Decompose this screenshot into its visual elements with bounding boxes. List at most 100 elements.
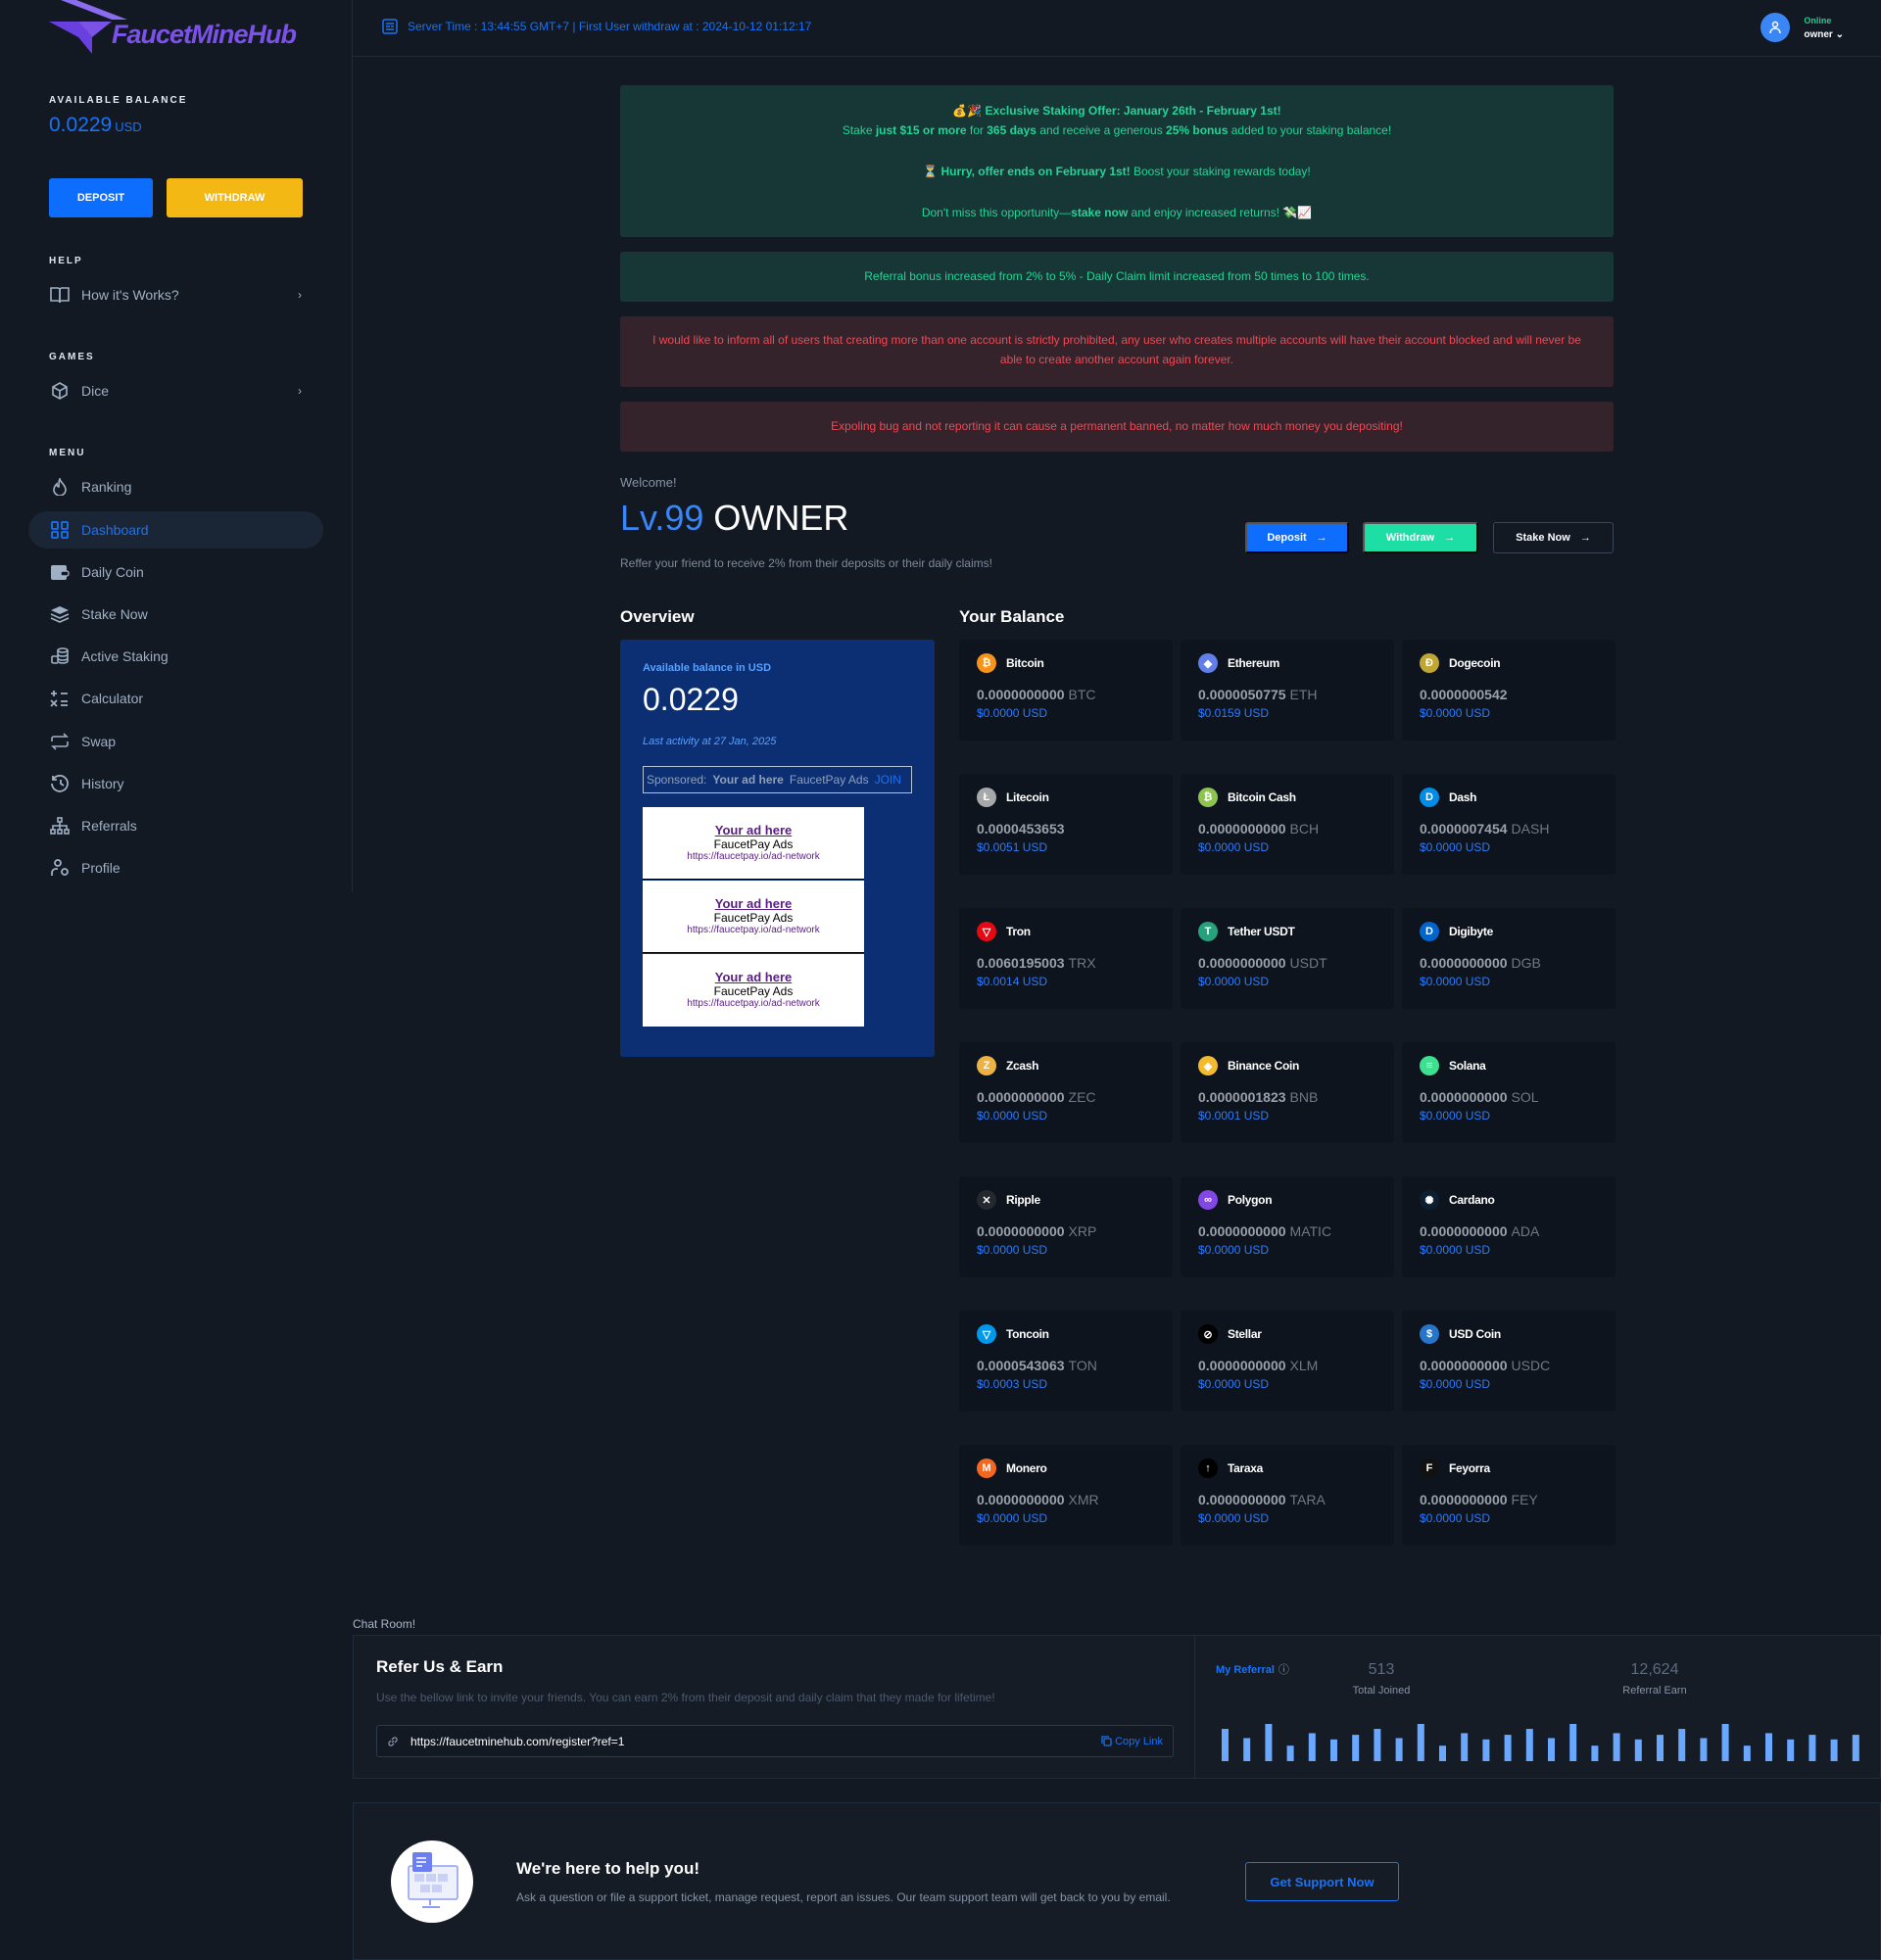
coin-card-binance-coin[interactable]: ◈ Binance Coin 0.0000001823 BNB $0.0001 USD (1181, 1042, 1394, 1143)
get-support-button[interactable]: Get Support Now (1245, 1862, 1399, 1901)
dogecoin-icon: Ð (1420, 653, 1439, 673)
coin-name: Feyorra (1449, 1461, 1490, 1475)
coin-name: Tether USDT (1228, 925, 1295, 938)
sidebar-item-dashboard[interactable]: Dashboard (28, 511, 323, 549)
coin-usd-value: $0.0001 USD (1198, 1109, 1270, 1123)
coin-symbol: USDC (1511, 1358, 1551, 1373)
coin-card-tether-usdt[interactable]: T Tether USDT 0.0000000000 USDT $0.0000 USD (1181, 908, 1394, 1009)
copy-link-button[interactable]: Copy Link (1101, 1736, 1163, 1747)
coin-card-feyorra[interactable]: F Feyorra 0.0000000000 FEY $0.0000 USD (1402, 1445, 1616, 1546)
ad-title[interactable]: Your ad here (643, 896, 864, 911)
sidebar-item-referrals[interactable]: Referrals (28, 807, 323, 844)
coin-amount: 0.0000453653 (977, 821, 1069, 837)
sidebar-item-active-staking[interactable]: Active Staking (28, 638, 323, 675)
coin-card-tron[interactable]: ▽ Tron 0.0060195003 TRX $0.0014 USD (959, 908, 1173, 1009)
monero-icon: M (977, 1458, 996, 1478)
coin-card-taraxa[interactable]: ↑ Taraxa 0.0000000000 TARA $0.0000 USD (1181, 1445, 1394, 1546)
sidebar-item-ranking[interactable]: Ranking (28, 468, 323, 505)
coin-amount: 0.0000000000 FEY (1420, 1492, 1538, 1507)
feyorra-icon: F (1420, 1458, 1439, 1478)
coin-card-toncoin[interactable]: ▽ Toncoin 0.0000543063 TON $0.0003 USD (959, 1311, 1173, 1411)
ad-banner[interactable]: Your ad here FaucetPay Ads https://fauce… (643, 954, 864, 1027)
coin-card-ethereum[interactable]: ◆ Ethereum 0.0000050775 ETH $0.0159 USD (1181, 640, 1394, 741)
sidebar-item-how-it-works[interactable]: How it's Works? › (28, 276, 323, 313)
total-joined-label: Total Joined (1352, 1685, 1411, 1697)
coin-usd-value: $0.0000 USD (977, 1243, 1048, 1257)
coin-card-bitcoin-cash[interactable]: ₿ Bitcoin Cash 0.0000000000 BCH $0.0000 USD (1181, 774, 1394, 875)
sidebar-withdraw-button[interactable]: WITHDRAW (167, 178, 303, 217)
referral-link-field[interactable]: https://faucetminehub.com/register?ref=1… (376, 1725, 1174, 1757)
coin-card-bitcoin[interactable]: ₿ Bitcoin 0.0000000000 BTC $0.0000 USD (959, 640, 1173, 741)
stake-now-button[interactable]: Stake Now → (1493, 522, 1614, 553)
user-menu[interactable]: Online owner ⌄ (1760, 13, 1844, 42)
ad-banner[interactable]: Your ad here FaucetPay Ads https://fauce… (643, 807, 864, 880)
coin-card-dogecoin[interactable]: Ð Dogecoin 0.0000000542 $0.0000 USD (1402, 640, 1616, 741)
sidebar-item-calculator[interactable]: Calculator (28, 680, 323, 717)
my-referral-panel: My Referral ⓘ 513 Total Joined 12,624 Ref… (1195, 1636, 1881, 1778)
total-joined-stat: 513 Total Joined (1327, 1661, 1435, 1697)
tether-usdt-icon: T (1198, 922, 1218, 941)
refer-title: Refer Us & Earn (376, 1657, 504, 1676)
coin-amount-value: 0.0000000000 (1198, 1358, 1286, 1373)
coin-amount: 0.0000000000 XLM (1198, 1358, 1318, 1373)
sidebar-item-daily-coin[interactable]: Daily Coin (28, 553, 323, 591)
sponsored-network[interactable]: FaucetPay Ads (790, 773, 869, 787)
ad-title[interactable]: Your ad here (643, 823, 864, 837)
total-joined-value: 513 (1368, 1661, 1395, 1678)
withdraw-button[interactable]: Withdraw → (1363, 522, 1478, 553)
coin-card-polygon[interactable]: ∞ Polygon 0.0000000000 MATIC $0.0000 USD (1181, 1176, 1394, 1277)
ad-title[interactable]: Your ad here (643, 970, 864, 984)
sidebar-item-history[interactable]: History (28, 765, 323, 802)
chat-room-label[interactable]: Chat Room! (353, 1617, 415, 1631)
logo[interactable]: FaucetMineHub (49, 0, 304, 57)
coin-amount-value: 0.0000007454 (1420, 821, 1508, 837)
coin-card-dash[interactable]: D Dash 0.0000007454 DASH $0.0000 USD (1402, 774, 1616, 875)
coin-card-solana[interactable]: ≡ Solana 0.0000000000 SOL $0.0000 USD (1402, 1042, 1616, 1143)
ad-url[interactable]: https://faucetpay.io/ad-network (643, 925, 864, 935)
coin-usd-value: $0.0000 USD (1198, 975, 1270, 988)
coin-name: Litecoin (1006, 790, 1049, 804)
referral-bar (1395, 1738, 1403, 1761)
coin-name: Digibyte (1449, 925, 1493, 938)
refer-card: Refer Us & Earn Use the bellow link to i… (353, 1635, 1881, 1779)
coin-card-cardano[interactable]: ✺ Cardano 0.0000000000 ADA $0.0000 USD (1402, 1176, 1616, 1277)
ad-url[interactable]: https://faucetpay.io/ad-network (643, 998, 864, 1009)
sponsored-bar[interactable]: Sponsored: Your ad here FaucetPay Ads JO… (643, 766, 912, 793)
coin-usd-value: $0.0003 USD (977, 1377, 1048, 1391)
coin-card-stellar[interactable]: ⊘ Stellar 0.0000000000 XLM $0.0000 USD (1181, 1311, 1394, 1411)
referral-bar (1265, 1724, 1273, 1761)
coin-card-litecoin[interactable]: Ł Litecoin 0.0000453653 $0.0051 USD (959, 774, 1173, 875)
coin-card-monero[interactable]: M Monero 0.0000000000 XMR $0.0000 USD (959, 1445, 1173, 1546)
coin-card-digibyte[interactable]: D Digibyte 0.0000000000 DGB $0.0000 USD (1402, 908, 1616, 1009)
user-name[interactable]: owner ⌄ (1804, 29, 1844, 40)
sidebar: FaucetMineHub AVAILABLE BALANCE 0.0229 US… (0, 0, 353, 892)
digibyte-icon: D (1420, 922, 1439, 941)
calculator-icon (50, 689, 70, 708)
referral-link-value[interactable]: https://faucetminehub.com/register?ref=1 (410, 1735, 624, 1748)
sponsored-join-link[interactable]: JOIN (875, 773, 901, 787)
ad-banner[interactable]: Your ad here FaucetPay Ads https://fauce… (643, 881, 864, 953)
coin-name: Stellar (1228, 1327, 1262, 1341)
sponsored-title[interactable]: Your ad here (712, 773, 783, 787)
referral-bar (1308, 1733, 1316, 1761)
deposit-button[interactable]: Deposit → (1245, 522, 1349, 553)
coin-card-usd-coin[interactable]: $ USD Coin 0.0000000000 USDC $0.0000 USD (1402, 1311, 1616, 1411)
info-icon[interactable]: ⓘ (1278, 1664, 1289, 1676)
sidebar-item-stake-now[interactable]: Stake Now (28, 596, 323, 633)
sidebar-item-dice[interactable]: Dice › (28, 372, 323, 409)
sidebar-item-swap[interactable]: Swap (28, 723, 323, 760)
coin-amount: 0.0000000000 TARA (1198, 1492, 1326, 1507)
coin-amount-value: 0.0000000000 (1198, 821, 1286, 837)
ad-url[interactable]: https://faucetpay.io/ad-network (643, 851, 864, 862)
coin-card-zcash[interactable]: Z Zcash 0.0000000000 ZEC $0.0000 USD (959, 1042, 1173, 1143)
multi-account-notice: I would like to inform all of users that… (620, 316, 1614, 387)
referral-bar (1461, 1733, 1469, 1761)
coin-name: Dash (1449, 790, 1477, 804)
coin-name: Bitcoin (1006, 656, 1044, 670)
sidebar-deposit-button[interactable]: DEPOSIT (49, 178, 153, 217)
coin-card-ripple[interactable]: ✕ Ripple 0.0000000000 XRP $0.0000 USD (959, 1176, 1173, 1277)
avatar[interactable] (1760, 13, 1791, 42)
sidebar-item-profile[interactable]: Profile (28, 849, 323, 886)
support-card: We're here to help you! Ask a question o… (353, 1802, 1881, 1960)
copy-link-label: Copy Link (1115, 1735, 1163, 1747)
